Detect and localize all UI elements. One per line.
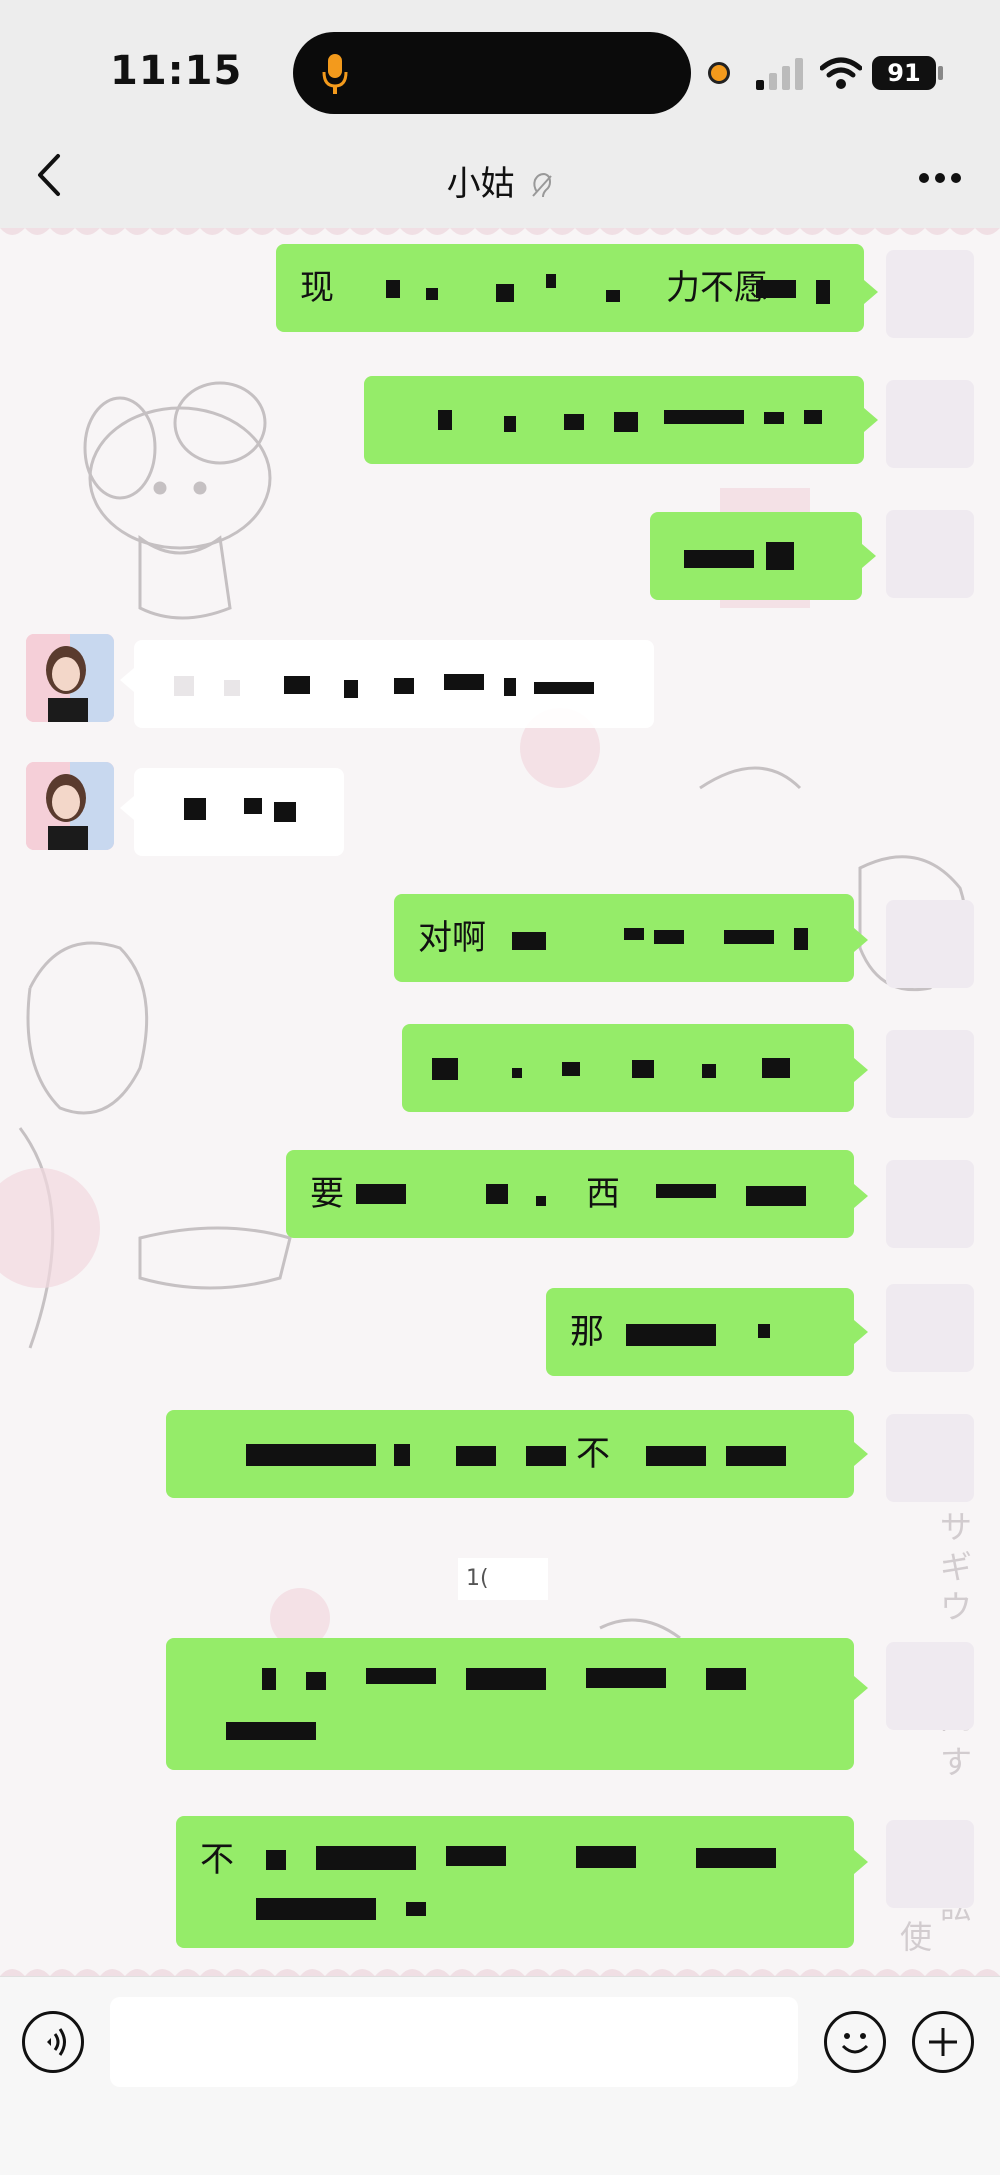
avatar[interactable]	[886, 1642, 974, 1730]
message-text: 力不愿	[666, 268, 768, 308]
avatar[interactable]	[886, 900, 974, 988]
avatar[interactable]	[886, 1030, 974, 1118]
dynamic-island	[293, 32, 691, 114]
message-bubble-received[interactable]	[134, 640, 654, 728]
battery-icon: 91	[872, 56, 936, 90]
message-text: 现	[300, 268, 334, 308]
bubble-tail	[854, 1058, 868, 1082]
message-text: 那	[570, 1312, 604, 1352]
avatar[interactable]	[886, 380, 974, 468]
svg-text:使: 使	[900, 1918, 932, 1956]
chat-timestamp: 1(	[458, 1558, 548, 1600]
bubble-tail	[120, 668, 134, 692]
message-text: 不	[576, 1434, 610, 1474]
timestamp-text: 1(	[466, 1566, 489, 1591]
bubble-tail	[120, 796, 134, 820]
message-input[interactable]	[110, 1997, 798, 2087]
bubble-tail	[862, 544, 876, 568]
bubble-tail	[864, 408, 878, 432]
lace-border-top	[0, 228, 1000, 235]
chat-message-list[interactable]: サギウ 関す 訟使 现 力不愿	[0, 228, 1000, 1976]
chat-title-text: 小姑	[446, 164, 515, 204]
avatar[interactable]	[26, 634, 114, 722]
message-text: 要	[310, 1174, 344, 1214]
avatar[interactable]	[886, 250, 974, 338]
avatar-photo	[26, 634, 114, 722]
svg-text:ウ: ウ	[940, 1588, 972, 1626]
signal-icon	[756, 58, 803, 90]
bubble-tail	[854, 928, 868, 952]
message-text: 西	[586, 1174, 620, 1214]
message-bubble-sent[interactable]: 要 西	[286, 1150, 854, 1238]
bubble-tail	[854, 1184, 868, 1208]
avatar[interactable]	[886, 510, 974, 598]
avatar[interactable]	[886, 1820, 974, 1908]
status-time: 11:15	[110, 48, 243, 94]
message-bubble-sent[interactable]	[166, 1638, 854, 1770]
avatar[interactable]	[26, 762, 114, 850]
input-bar	[0, 1976, 1000, 2175]
bubble-tail	[854, 1442, 868, 1466]
svg-text:す: す	[940, 1743, 972, 1781]
chat-title: 小姑	[0, 156, 1000, 205]
message-bubble-sent[interactable]: 不	[176, 1816, 854, 1948]
message-bubble-sent[interactable]: 那	[546, 1288, 854, 1376]
lace-border-bottom	[0, 1969, 1000, 1976]
message-bubble-sent[interactable]	[364, 376, 864, 464]
avatar[interactable]	[886, 1414, 974, 1502]
message-text: 对啊	[418, 918, 486, 958]
more-dots-icon[interactable]	[918, 172, 962, 184]
message-bubble-received[interactable]	[134, 768, 344, 856]
emoji-icon[interactable]	[824, 2011, 886, 2073]
message-bubble-sent[interactable]: 对啊	[394, 894, 854, 982]
battery-tip	[938, 66, 943, 80]
bubble-tail	[854, 1320, 868, 1344]
wifi-icon	[820, 57, 862, 89]
smile-face-icon	[841, 2033, 869, 2054]
muted-ear-icon	[532, 172, 553, 197]
message-bubble-sent[interactable]	[650, 512, 862, 600]
voice-wave-icon	[47, 2028, 66, 2056]
svg-text:ギ: ギ	[940, 1548, 972, 1586]
bubble-tail	[854, 1850, 868, 1874]
message-bubble-sent[interactable]	[402, 1024, 854, 1112]
plus-sign-icon	[929, 2028, 957, 2056]
svg-text:サ: サ	[940, 1508, 972, 1546]
avatar-photo	[26, 762, 114, 850]
microphone-icon	[322, 54, 348, 94]
chat-header: 小姑	[0, 120, 1000, 228]
avatar[interactable]	[886, 1284, 974, 1372]
message-text: 不	[200, 1840, 234, 1880]
plus-icon[interactable]	[912, 2011, 974, 2073]
voice-input-icon[interactable]	[22, 2011, 84, 2073]
bubble-tail	[854, 1676, 868, 1700]
avatar[interactable]	[886, 1160, 974, 1248]
message-bubble-sent[interactable]: 现 力不愿	[276, 244, 864, 332]
bubble-tail	[864, 280, 878, 304]
recording-dot-icon	[708, 62, 730, 84]
message-bubble-sent[interactable]: 不	[166, 1410, 854, 1498]
